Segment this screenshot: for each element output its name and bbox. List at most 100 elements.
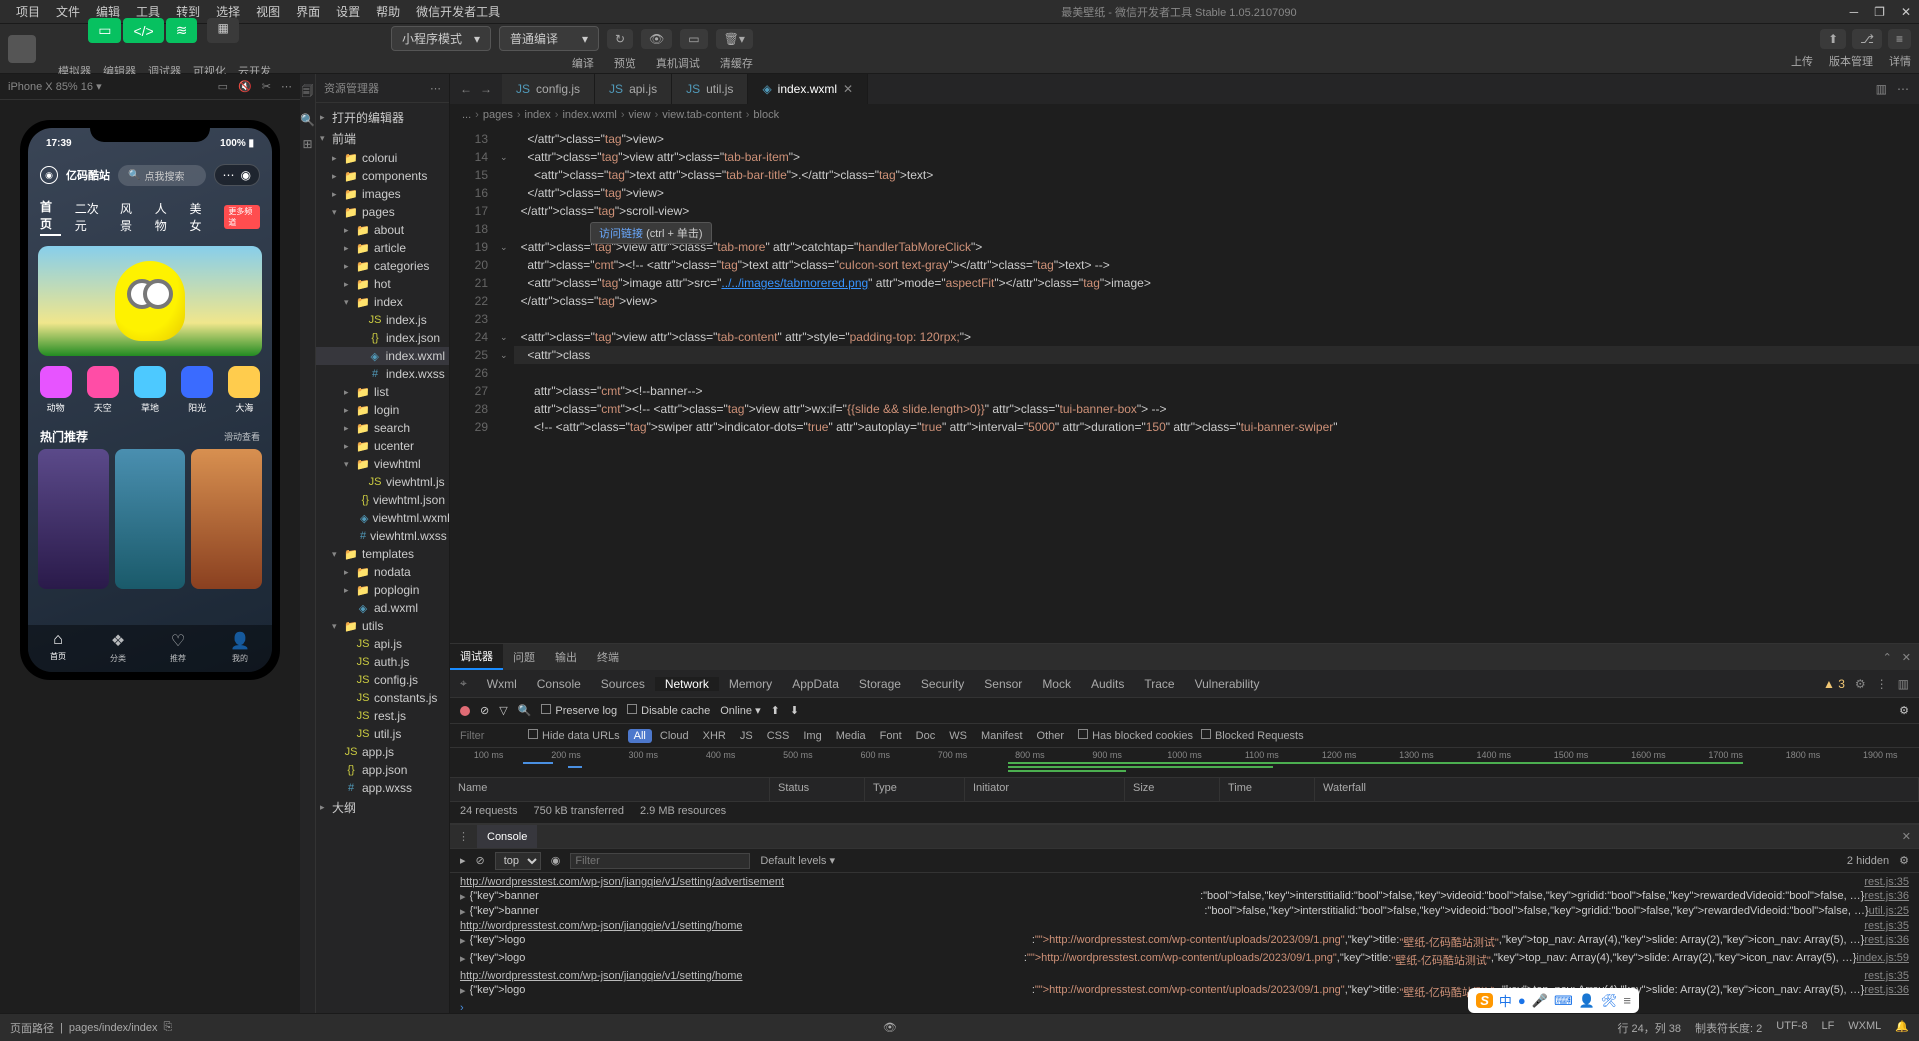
panel-memory[interactable]: Memory [719,677,782,691]
filter-all[interactable]: All [628,729,652,743]
opened-editors-section[interactable]: ▸打开的编辑器 [316,107,449,128]
category-tabs[interactable]: 首页二次元风景人物美女更多频道 [28,192,272,242]
panel-security[interactable]: Security [911,677,974,691]
file-index.json[interactable]: {}index.json [316,329,449,347]
debugger-button[interactable]: ≋ [166,18,198,43]
wallpaper-list[interactable] [28,449,272,589]
col-size[interactable]: Size [1125,778,1220,801]
console-line[interactable]: ▸{"key">logo: "">http://wordpresstest.co… [450,951,1919,969]
file-viewhtml.wxss[interactable]: #viewhtml.wxss [316,527,449,545]
console-settings-icon[interactable]: ⚙ [1899,854,1909,867]
bell-icon[interactable]: 🔔 [1895,1020,1909,1036]
panel-trace[interactable]: Trace [1134,677,1184,691]
devtools-settings-icon[interactable]: ⚙ [1855,677,1866,691]
category-动物[interactable]: 动物 [40,366,72,414]
category-天空[interactable]: 天空 [87,366,119,414]
avatar[interactable] [8,35,36,63]
file-ucenter[interactable]: ▸📁ucenter [316,437,449,455]
plugin-icon[interactable]: ⊞ [302,137,312,151]
tab-美女[interactable]: 美女 [190,200,211,234]
col-status[interactable]: Status [770,778,865,801]
col-name[interactable]: Name [450,778,770,801]
filter-img[interactable]: Img [797,729,827,743]
devtools-dock-icon[interactable]: ▥ [1898,677,1909,691]
filter-doc[interactable]: Doc [910,729,942,743]
filter-media[interactable]: Media [830,729,872,743]
file-article[interactable]: ▸📁article [316,239,449,257]
filter-cloud[interactable]: Cloud [654,729,695,743]
fold-gutter[interactable]: ⌄⌄⌄⌄ [500,126,514,643]
split-editor-icon[interactable]: ▥ [1876,82,1887,96]
inspect-icon[interactable]: ⌖ [450,676,477,691]
file-categories[interactable]: ▸📁categories [316,257,449,275]
menu-界面[interactable]: 界面 [288,1,328,22]
panel-network[interactable]: Network [655,677,719,691]
console-levels-dropdown[interactable]: Default levels ▾ [760,854,835,867]
tab-more[interactable]: 更多频道 [224,205,260,229]
file-util.js[interactable]: JSutil.js [316,725,449,743]
file-ad.wxml[interactable]: ◈ad.wxml [316,599,449,617]
frontend-section[interactable]: ▾前端 [316,128,449,149]
panel-appdata[interactable]: AppData [782,677,849,691]
tab-首页[interactable]: 首页 [40,198,61,236]
phone-screen[interactable]: 17:39 100% ▮ ◉ 亿码酷站 🔍 点我搜索 ⋯◉ 首页二次元风景人物美… [28,128,272,672]
filter-font[interactable]: Font [874,729,908,743]
preview-button[interactable]: 👁 [641,29,672,49]
editor-tab-util.js[interactable]: JSutil.js [672,74,748,104]
file-login[interactable]: ▸📁login [316,401,449,419]
nav-back-icon[interactable]: ← [460,82,472,96]
tab-风景[interactable]: 风景 [120,200,141,234]
filter-toggle-icon[interactable]: ▽ [499,704,507,717]
warning-badge[interactable]: ▲ 3 [1823,677,1845,691]
col-time[interactable]: Time [1220,778,1315,801]
console-line[interactable]: ▸{"key">logo: "">http://wordpresstest.co… [450,983,1919,1001]
panel-sensor[interactable]: Sensor [974,677,1032,691]
language-mode[interactable]: WXML [1848,1020,1881,1036]
panel-console[interactable]: Console [527,677,591,691]
remote-debug-button[interactable]: ▭ [680,29,707,49]
filter-other[interactable]: Other [1031,729,1071,743]
close-icon[interactable]: ✕ [1901,5,1911,19]
search-net-icon[interactable]: 🔍 [518,704,532,717]
breadcrumb[interactable]: ...›pages›index›index.wxml›view›view.tab… [450,104,1919,126]
panel-audits[interactable]: Audits [1081,677,1134,691]
sim-more-icon[interactable]: ⋯ [281,80,292,93]
file-viewhtml[interactable]: ▾📁viewhtml [316,455,449,473]
blocked-requests-checkbox[interactable] [1201,729,1211,739]
panel-wxml[interactable]: Wxml [477,677,527,691]
eye-icon[interactable]: 👁 [883,1021,897,1034]
console-output[interactable]: http://wordpresstest.com/wp-json/jiangqi… [450,873,1919,1013]
record-button[interactable] [460,706,470,716]
filter-css[interactable]: CSS [761,729,796,743]
file-index[interactable]: ▾📁index [316,293,449,311]
tab-人物[interactable]: 人物 [155,200,176,234]
compile-dropdown[interactable]: 普通编译▾ [499,26,599,51]
version-button[interactable]: ⎇ [1852,29,1882,49]
console-clear-icon[interactable]: ⊘ [476,854,485,867]
menu-微信开发者工具[interactable]: 微信开发者工具 [408,1,508,22]
details-button[interactable]: ≡ [1888,29,1911,49]
console-line[interactable]: ▸{"key">banner: "bool">false, "key">inte… [450,904,1919,919]
nav-fwd-icon[interactable]: → [480,82,492,96]
explorer-more-icon[interactable]: ⋯ [430,82,441,95]
console-line[interactable]: ▸{"key">logo: "">http://wordpresstest.co… [450,933,1919,951]
panel-vulnerability[interactable]: Vulnerability [1185,677,1270,691]
file-viewhtml.json[interactable]: {}viewhtml.json [316,491,449,509]
wallpaper-item[interactable] [191,449,262,589]
file-search[interactable]: ▸📁search [316,419,449,437]
menu-帮助[interactable]: 帮助 [368,1,408,22]
console-line[interactable]: http://wordpresstest.com/wp-json/jiangqi… [450,969,1919,983]
tab-size[interactable]: 制表符长度: 2 [1695,1020,1762,1036]
nav-分类[interactable]: ❖分类 [110,631,126,664]
capsule-button[interactable]: ⋯◉ [214,164,260,186]
console-line[interactable]: ▸{"key">banner: "bool">false, "key">inte… [450,889,1919,904]
console-close-icon[interactable]: ✕ [1902,831,1911,843]
console-line[interactable]: http://wordpresstest.com/wp-json/jiangqi… [450,875,1919,889]
code-editor[interactable]: 1314151617181920212223242526272829 ⌄⌄⌄⌄ … [450,126,1919,643]
file-app.wxss[interactable]: #app.wxss [316,779,449,797]
devtools-close-icon[interactable]: ✕ [1902,651,1911,664]
compile-button[interactable]: ↻ [607,29,633,49]
explorer-icon[interactable]: 🗐 [302,82,314,103]
devtools-tab-调试器[interactable]: 调试器 [450,644,503,670]
upload-button[interactable]: ⬆ [1820,29,1846,49]
